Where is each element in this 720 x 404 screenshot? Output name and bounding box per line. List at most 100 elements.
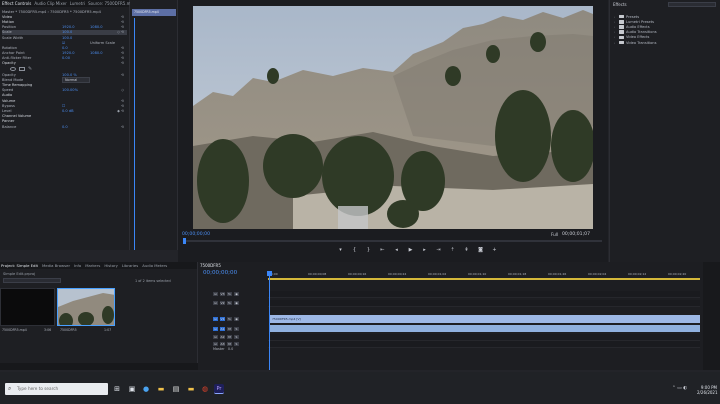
track-lock-icon[interactable]: ⊡ bbox=[213, 291, 218, 297]
track-lock-icon[interactable]: ⊡ bbox=[213, 334, 218, 340]
tab-info[interactable]: Info bbox=[74, 263, 81, 268]
solo-icon[interactable]: S bbox=[234, 326, 239, 332]
program-playhead[interactable] bbox=[183, 238, 186, 244]
keyframe-icon[interactable]: ◇ bbox=[121, 88, 124, 92]
rectangle-mask-icon[interactable] bbox=[19, 67, 25, 72]
pen-mask-icon[interactable]: ✎ bbox=[28, 67, 34, 72]
tab-audio-clip-mixer[interactable]: Audio Clip Mixer bbox=[34, 1, 66, 6]
track-lane-v2[interactable] bbox=[268, 300, 700, 307]
tab-media-browser[interactable]: Media Browser bbox=[42, 263, 70, 268]
mark-out-icon[interactable]: } bbox=[366, 248, 371, 253]
solo-icon[interactable]: S bbox=[234, 334, 239, 340]
reset-icon[interactable]: ⟲ bbox=[121, 25, 124, 29]
start-icon[interactable]: ⊞ bbox=[112, 384, 122, 394]
effects-search-input[interactable] bbox=[668, 2, 716, 7]
timeline-video-clip[interactable]: 7500DFR5.mp4 [V] bbox=[269, 315, 700, 323]
keyframe-icon[interactable]: ◆ ⟲ bbox=[117, 109, 124, 113]
track-label[interactable]: V1 bbox=[220, 316, 225, 322]
timeline-timecode[interactable]: 00;00;00;00 bbox=[203, 270, 237, 276]
track-header-v3[interactable]: ⊡ V3 ⇆ ◉ bbox=[213, 291, 267, 297]
project-search-input[interactable] bbox=[3, 278, 61, 283]
eye-icon[interactable]: ◉ bbox=[234, 300, 239, 306]
position-x[interactable]: 1920.0 bbox=[62, 25, 90, 29]
scale-value[interactable]: 100.0 bbox=[62, 30, 90, 34]
tab-source[interactable]: Source: 7500DFR5.mp4 bbox=[88, 1, 136, 6]
track-lock-icon[interactable]: ⊡ bbox=[213, 316, 218, 322]
taskbar-clock[interactable]: 9:00 PM 2/26/2021 bbox=[697, 385, 718, 395]
track-sync-icon[interactable]: ⇆ bbox=[227, 316, 232, 322]
track-label[interactable]: V3 bbox=[220, 291, 225, 297]
eye-icon[interactable]: ◉ bbox=[234, 291, 239, 297]
reset-icon[interactable]: ⟲ bbox=[121, 61, 124, 65]
timeline-playhead[interactable] bbox=[269, 272, 270, 370]
resolution-select[interactable]: Full bbox=[551, 232, 558, 237]
file-explorer-icon[interactable]: ▬ bbox=[156, 384, 166, 394]
tab-lumetri[interactable]: Lumetri bbox=[70, 1, 85, 6]
track-label[interactable]: A2 bbox=[220, 334, 225, 340]
eye-icon[interactable]: ◉ bbox=[234, 316, 239, 322]
extract-icon[interactable]: ⇞ bbox=[464, 248, 469, 253]
add-button-icon[interactable]: + bbox=[492, 248, 497, 253]
mark-in-icon[interactable]: { bbox=[352, 248, 357, 253]
reset-icon[interactable]: ⟲ bbox=[121, 99, 124, 103]
work-area-bar[interactable] bbox=[268, 278, 700, 280]
mute-icon[interactable]: M bbox=[227, 341, 232, 347]
track-lane-a3[interactable] bbox=[268, 341, 700, 348]
add-marker-icon[interactable]: ▾ bbox=[338, 248, 343, 253]
track-lock-icon[interactable]: ⊡ bbox=[213, 341, 218, 347]
track-header-v2[interactable]: ⊡ V2 ⇆ ◉ bbox=[213, 300, 267, 306]
taskbar-search-input[interactable]: ⌕ Type here to search bbox=[5, 383, 108, 395]
reset-icon[interactable]: ⟲ bbox=[121, 73, 124, 77]
tab-history[interactable]: History bbox=[104, 263, 118, 268]
mute-icon[interactable]: M bbox=[227, 326, 232, 332]
solo-icon[interactable]: S bbox=[234, 341, 239, 347]
edge-icon[interactable]: ● bbox=[141, 384, 151, 394]
track-header-v1[interactable]: ⊡ V1 ⇆ ◉ bbox=[213, 316, 267, 322]
uniform-scale-checkbox[interactable]: ☑ bbox=[62, 41, 90, 45]
tab-project[interactable]: Project: Simple Edit bbox=[1, 263, 38, 268]
track-lane-v3[interactable] bbox=[268, 291, 700, 298]
track-header-a1[interactable]: ⊡ A1 M S bbox=[213, 326, 267, 332]
position-y[interactable]: 1080.0 bbox=[90, 25, 110, 29]
track-sync-icon[interactable]: ⇆ bbox=[227, 291, 232, 297]
effects-item-video-transitions[interactable]: › Video Transitions bbox=[614, 40, 657, 45]
track-lock-icon[interactable]: ⊡ bbox=[213, 300, 218, 306]
premiere-pro-icon[interactable]: Pr bbox=[214, 384, 224, 394]
tab-libraries[interactable]: Libraries bbox=[122, 263, 138, 268]
step-forward-icon[interactable]: ▸ bbox=[422, 248, 427, 253]
mini-timeline-clip[interactable]: 7500DFR5.mp4 bbox=[132, 9, 176, 16]
effect-controls-mini-timeline[interactable]: 7500DFR5.mp4 bbox=[130, 0, 178, 250]
project-sequence-thumbnail[interactable] bbox=[57, 288, 115, 326]
ellipse-mask-icon[interactable] bbox=[10, 67, 16, 72]
ec-row-opacity-section[interactable]: Opacity ⟲ bbox=[2, 61, 127, 66]
track-lane-a2[interactable] bbox=[268, 334, 700, 341]
ec-row-balance[interactable]: Balance 0.0 ⟲ bbox=[2, 124, 127, 129]
go-to-in-icon[interactable]: ⇤ bbox=[380, 248, 385, 253]
tab-effect-controls[interactable]: Effect Controls bbox=[2, 1, 31, 6]
bypass-checkbox[interactable]: ☐ bbox=[62, 104, 90, 108]
step-back-icon[interactable]: ◂ bbox=[394, 248, 399, 253]
play-icon[interactable]: ▶ bbox=[408, 248, 413, 253]
tab-audio-meters[interactable]: Audio Meters bbox=[142, 263, 167, 268]
program-timecode-current[interactable]: 00;00;00;00 bbox=[182, 232, 210, 237]
timeline-playhead-handle[interactable] bbox=[267, 271, 272, 276]
reset-icon[interactable]: ⟲ bbox=[121, 125, 124, 129]
reset-icon[interactable]: ⟲ bbox=[121, 20, 124, 24]
store-icon[interactable]: ▤ bbox=[171, 384, 181, 394]
track-label[interactable]: A1 bbox=[220, 326, 225, 332]
reset-icon[interactable]: ⟲ bbox=[121, 104, 124, 108]
mute-icon[interactable]: M bbox=[227, 334, 232, 340]
reset-icon[interactable]: ⟲ bbox=[121, 15, 124, 19]
folder-icon[interactable]: ▬ bbox=[186, 384, 196, 394]
timeline-audio-clip[interactable] bbox=[269, 325, 700, 332]
keyframe-icon[interactable]: ◇ ⟲ bbox=[117, 30, 124, 34]
reset-icon[interactable]: ⟲ bbox=[121, 51, 124, 55]
reset-icon[interactable]: ⟲ bbox=[121, 46, 124, 50]
track-header-a2[interactable]: ⊡ A2 M S bbox=[213, 334, 267, 340]
program-scrub-bar[interactable] bbox=[184, 240, 602, 242]
go-to-out-icon[interactable]: ⇥ bbox=[436, 248, 441, 253]
reset-icon[interactable]: ⟲ bbox=[121, 56, 124, 60]
program-video-frame[interactable] bbox=[193, 6, 593, 229]
track-sync-icon[interactable]: ⇆ bbox=[227, 300, 232, 306]
track-label[interactable]: A3 bbox=[220, 341, 225, 347]
